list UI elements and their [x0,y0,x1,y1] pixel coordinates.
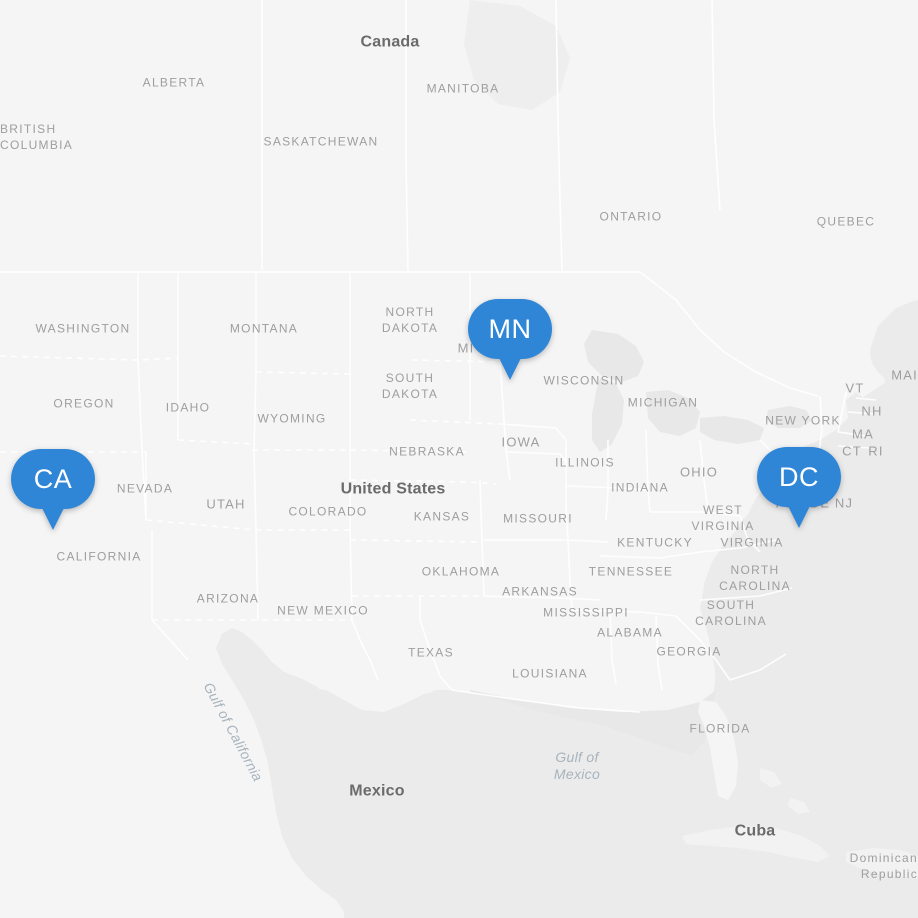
map-marker-ca-label: CA [11,449,95,509]
map-markers-layer[interactable]: CA MN DC [0,0,918,918]
map-marker-ca[interactable]: CA [11,449,95,530]
map-marker-mn-pointer-icon [499,358,521,380]
map-marker-ca-pointer-icon [42,508,64,530]
map-marker-dc-pointer-icon [788,506,810,528]
map-marker-dc[interactable]: DC [757,447,841,528]
map-marker-dc-label: DC [757,447,841,507]
map-marker-mn[interactable]: MN [468,299,552,380]
map-canvas[interactable]: ALBERTA MANITOBA SASKATCHEWAN BRITISH COLUMB… [0,0,918,918]
map-marker-mn-label: MN [468,299,552,359]
